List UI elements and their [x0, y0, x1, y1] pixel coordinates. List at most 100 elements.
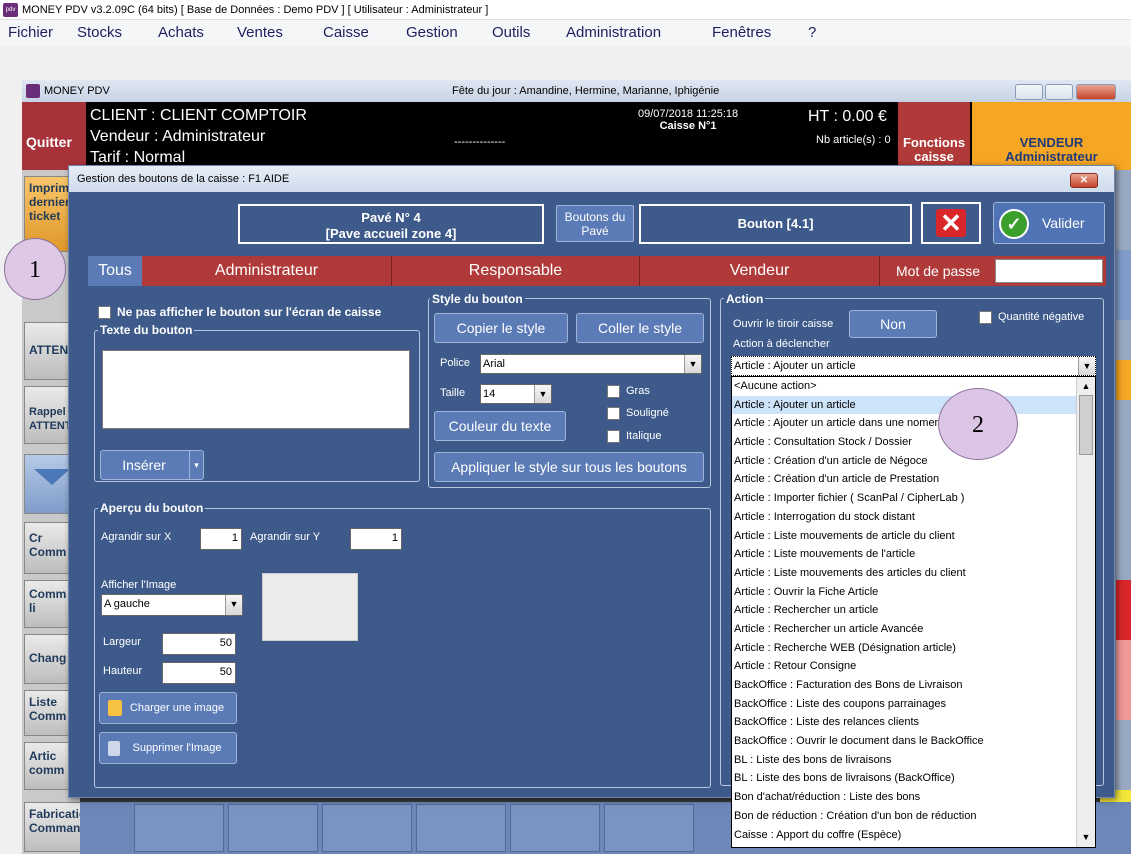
action-option[interactable]: BackOffice : Liste des coupons parrainag…: [732, 695, 1077, 714]
maximize-button[interactable]: [1045, 84, 1073, 100]
action-option[interactable]: Article : Consultation Stock / Dossier: [732, 433, 1077, 452]
gras-checkbox[interactable]: [607, 385, 620, 398]
pos-date-text: 09/07/2018 11:25:18: [638, 108, 739, 120]
action-select[interactable]: Article : Ajouter un article ▼: [731, 356, 1096, 376]
action-option[interactable]: Article : Ajouter un article: [732, 395, 1077, 415]
scrollbar-thumb[interactable]: [1079, 395, 1093, 455]
police-value: Arial: [483, 358, 506, 370]
fete-du-jour: Fête du jour : Amandine, Hermine, Marian…: [452, 85, 720, 97]
tab-responsable[interactable]: Responsable: [392, 256, 640, 286]
action-option[interactable]: Article : Liste mouvements de l'article: [732, 545, 1077, 564]
window-close-button[interactable]: [1076, 84, 1116, 100]
scroll-up-icon[interactable]: ▲: [1078, 378, 1094, 394]
action-option[interactable]: <Aucune action>: [732, 377, 1077, 396]
taille-select[interactable]: 14 ▼: [480, 384, 552, 404]
fonctions-caisse-button[interactable]: Fonctions caisse: [898, 102, 970, 170]
menu-gestion[interactable]: Gestion: [406, 24, 458, 41]
menu-help[interactable]: ?: [808, 24, 816, 41]
menu-administration[interactable]: Administration: [566, 24, 661, 41]
action-option[interactable]: BL : Liste des bons de livraisons (BackO…: [732, 769, 1077, 788]
apercu-du-bouton-title: Aperçu du bouton: [98, 501, 206, 515]
pave-header: Pavé N° 4 [Pave accueil zone 4]: [238, 204, 544, 244]
hauteur-input[interactable]: 50: [162, 662, 236, 684]
ouvrir-tiroir-toggle[interactable]: Non: [849, 310, 937, 338]
menu-fichier[interactable]: Fichier: [8, 24, 53, 41]
italique-label: Italique: [626, 430, 662, 442]
bottom-tile[interactable]: [604, 804, 694, 852]
action-option[interactable]: Article : Rechercher un article Avancée: [732, 620, 1077, 639]
couleur-du-texte-button[interactable]: Couleur du texte: [434, 411, 566, 441]
quit-button[interactable]: Quitter: [22, 102, 86, 170]
action-option[interactable]: Article : Interrogation du stock distant: [732, 508, 1077, 527]
menu-outils[interactable]: Outils: [492, 24, 530, 41]
action-option[interactable]: Article : Rechercher un article: [732, 601, 1077, 620]
action-option[interactable]: Article : Importer fichier ( ScanPal / C…: [732, 489, 1077, 508]
police-select[interactable]: Arial ▼: [480, 354, 702, 374]
italique-checkbox[interactable]: [607, 430, 620, 443]
agrandir-x-input[interactable]: 1: [200, 528, 242, 550]
largeur-input[interactable]: 50: [162, 633, 236, 655]
action-option[interactable]: Article : Création d'un article de Négoc…: [732, 452, 1077, 471]
scroll-down-icon[interactable]: ▼: [1078, 829, 1094, 845]
action-option[interactable]: BackOffice : Facturation des Bons de Liv…: [732, 676, 1077, 695]
chevron-down-icon: ▼: [684, 355, 701, 373]
right-tile[interactable]: [1116, 250, 1131, 320]
right-tile[interactable]: [1116, 580, 1131, 640]
down-arrow-icon: [34, 469, 70, 485]
boutons-du-pave-button[interactable]: Boutons du Pavé: [556, 205, 634, 242]
action-option[interactable]: BL : Liste des bons de livraisons: [732, 751, 1077, 770]
action-option[interactable]: Article : Retour Consigne: [732, 657, 1077, 676]
menu-stocks[interactable]: Stocks: [77, 24, 122, 41]
chevron-down-icon: ▼: [225, 595, 242, 615]
action-option[interactable]: BackOffice : Liste des relances clients: [732, 713, 1077, 732]
texte-du-bouton-textarea[interactable]: [102, 350, 410, 429]
action-option[interactable]: Article : Ouvrir la Fiche Article: [732, 583, 1077, 602]
bottom-tile[interactable]: [510, 804, 600, 852]
action-option[interactable]: Bon de réduction : Création d'un bon de …: [732, 807, 1077, 826]
close-icon[interactable]: ✕: [1070, 173, 1098, 188]
coller-style-button[interactable]: Coller le style: [576, 313, 704, 343]
pos-total-ht: HT : 0.00 €: [808, 108, 887, 125]
action-option[interactable]: Caisse : Apport du coffre (Espèce): [732, 826, 1077, 845]
action-option[interactable]: Article : Ajouter un article dans une no…: [732, 414, 1077, 433]
action-option[interactable]: BackOffice : Ouvrir le document dans le …: [732, 732, 1077, 751]
right-tile[interactable]: [1116, 640, 1131, 720]
copier-style-button[interactable]: Copier le style: [434, 313, 568, 343]
mot-de-passe-input[interactable]: [995, 259, 1103, 283]
action-dropdown-list[interactable]: <Aucune action> Article : Ajouter un arti…: [731, 376, 1096, 848]
pave-subtitle: [Pave accueil zone 4]: [325, 226, 457, 241]
chevron-down-icon: ▼: [1078, 357, 1095, 375]
bottom-tile[interactable]: [228, 804, 318, 852]
agrandir-y-input[interactable]: 1: [350, 528, 402, 550]
vendeur-button[interactable]: VENDEUR Administrateur: [972, 102, 1131, 170]
action-option[interactable]: Bon d'achat/réduction : Liste des bons: [732, 788, 1077, 807]
pos-caisse-number: Caisse N°1: [659, 120, 717, 132]
souligne-checkbox[interactable]: [607, 407, 620, 420]
menu-fenetres[interactable]: Fenêtres: [712, 24, 771, 41]
quantite-negative-checkbox[interactable]: [979, 311, 992, 324]
action-option[interactable]: Article : Liste mouvements de article du…: [732, 527, 1077, 546]
tab-tous[interactable]: Tous: [88, 256, 142, 286]
trash-icon: [108, 741, 120, 756]
inserer-button[interactable]: Insérer ▾: [100, 450, 204, 480]
scrollbar[interactable]: ▲ ▼: [1076, 377, 1095, 847]
bottom-tile[interactable]: [416, 804, 506, 852]
bottom-tile[interactable]: [322, 804, 412, 852]
menu-achats[interactable]: Achats: [158, 24, 204, 41]
ne-pas-afficher-checkbox[interactable]: [98, 306, 111, 319]
supprimer-image-button[interactable]: Supprimer l'Image: [99, 732, 237, 764]
appliquer-style-button[interactable]: Appliquer le style sur tous les boutons: [434, 452, 704, 482]
menu-caisse[interactable]: Caisse: [323, 24, 369, 41]
bottom-tile[interactable]: [134, 804, 224, 852]
action-option[interactable]: Article : Recherche WEB (Désignation art…: [732, 639, 1077, 658]
action-option[interactable]: Article : Liste mouvements des articles …: [732, 564, 1077, 583]
tab-vendeur[interactable]: Vendeur: [640, 256, 880, 286]
menu-ventes[interactable]: Ventes: [237, 24, 283, 41]
tab-administrateur[interactable]: Administrateur: [142, 256, 392, 286]
action-option[interactable]: Article : Création d'un article de Prest…: [732, 470, 1077, 489]
right-tile[interactable]: [1116, 360, 1131, 400]
minimize-button[interactable]: [1015, 84, 1043, 100]
afficher-image-select[interactable]: A gauche ▼: [101, 594, 243, 616]
folder-image-icon: [108, 700, 122, 716]
charger-image-button[interactable]: Charger une image: [99, 692, 237, 724]
